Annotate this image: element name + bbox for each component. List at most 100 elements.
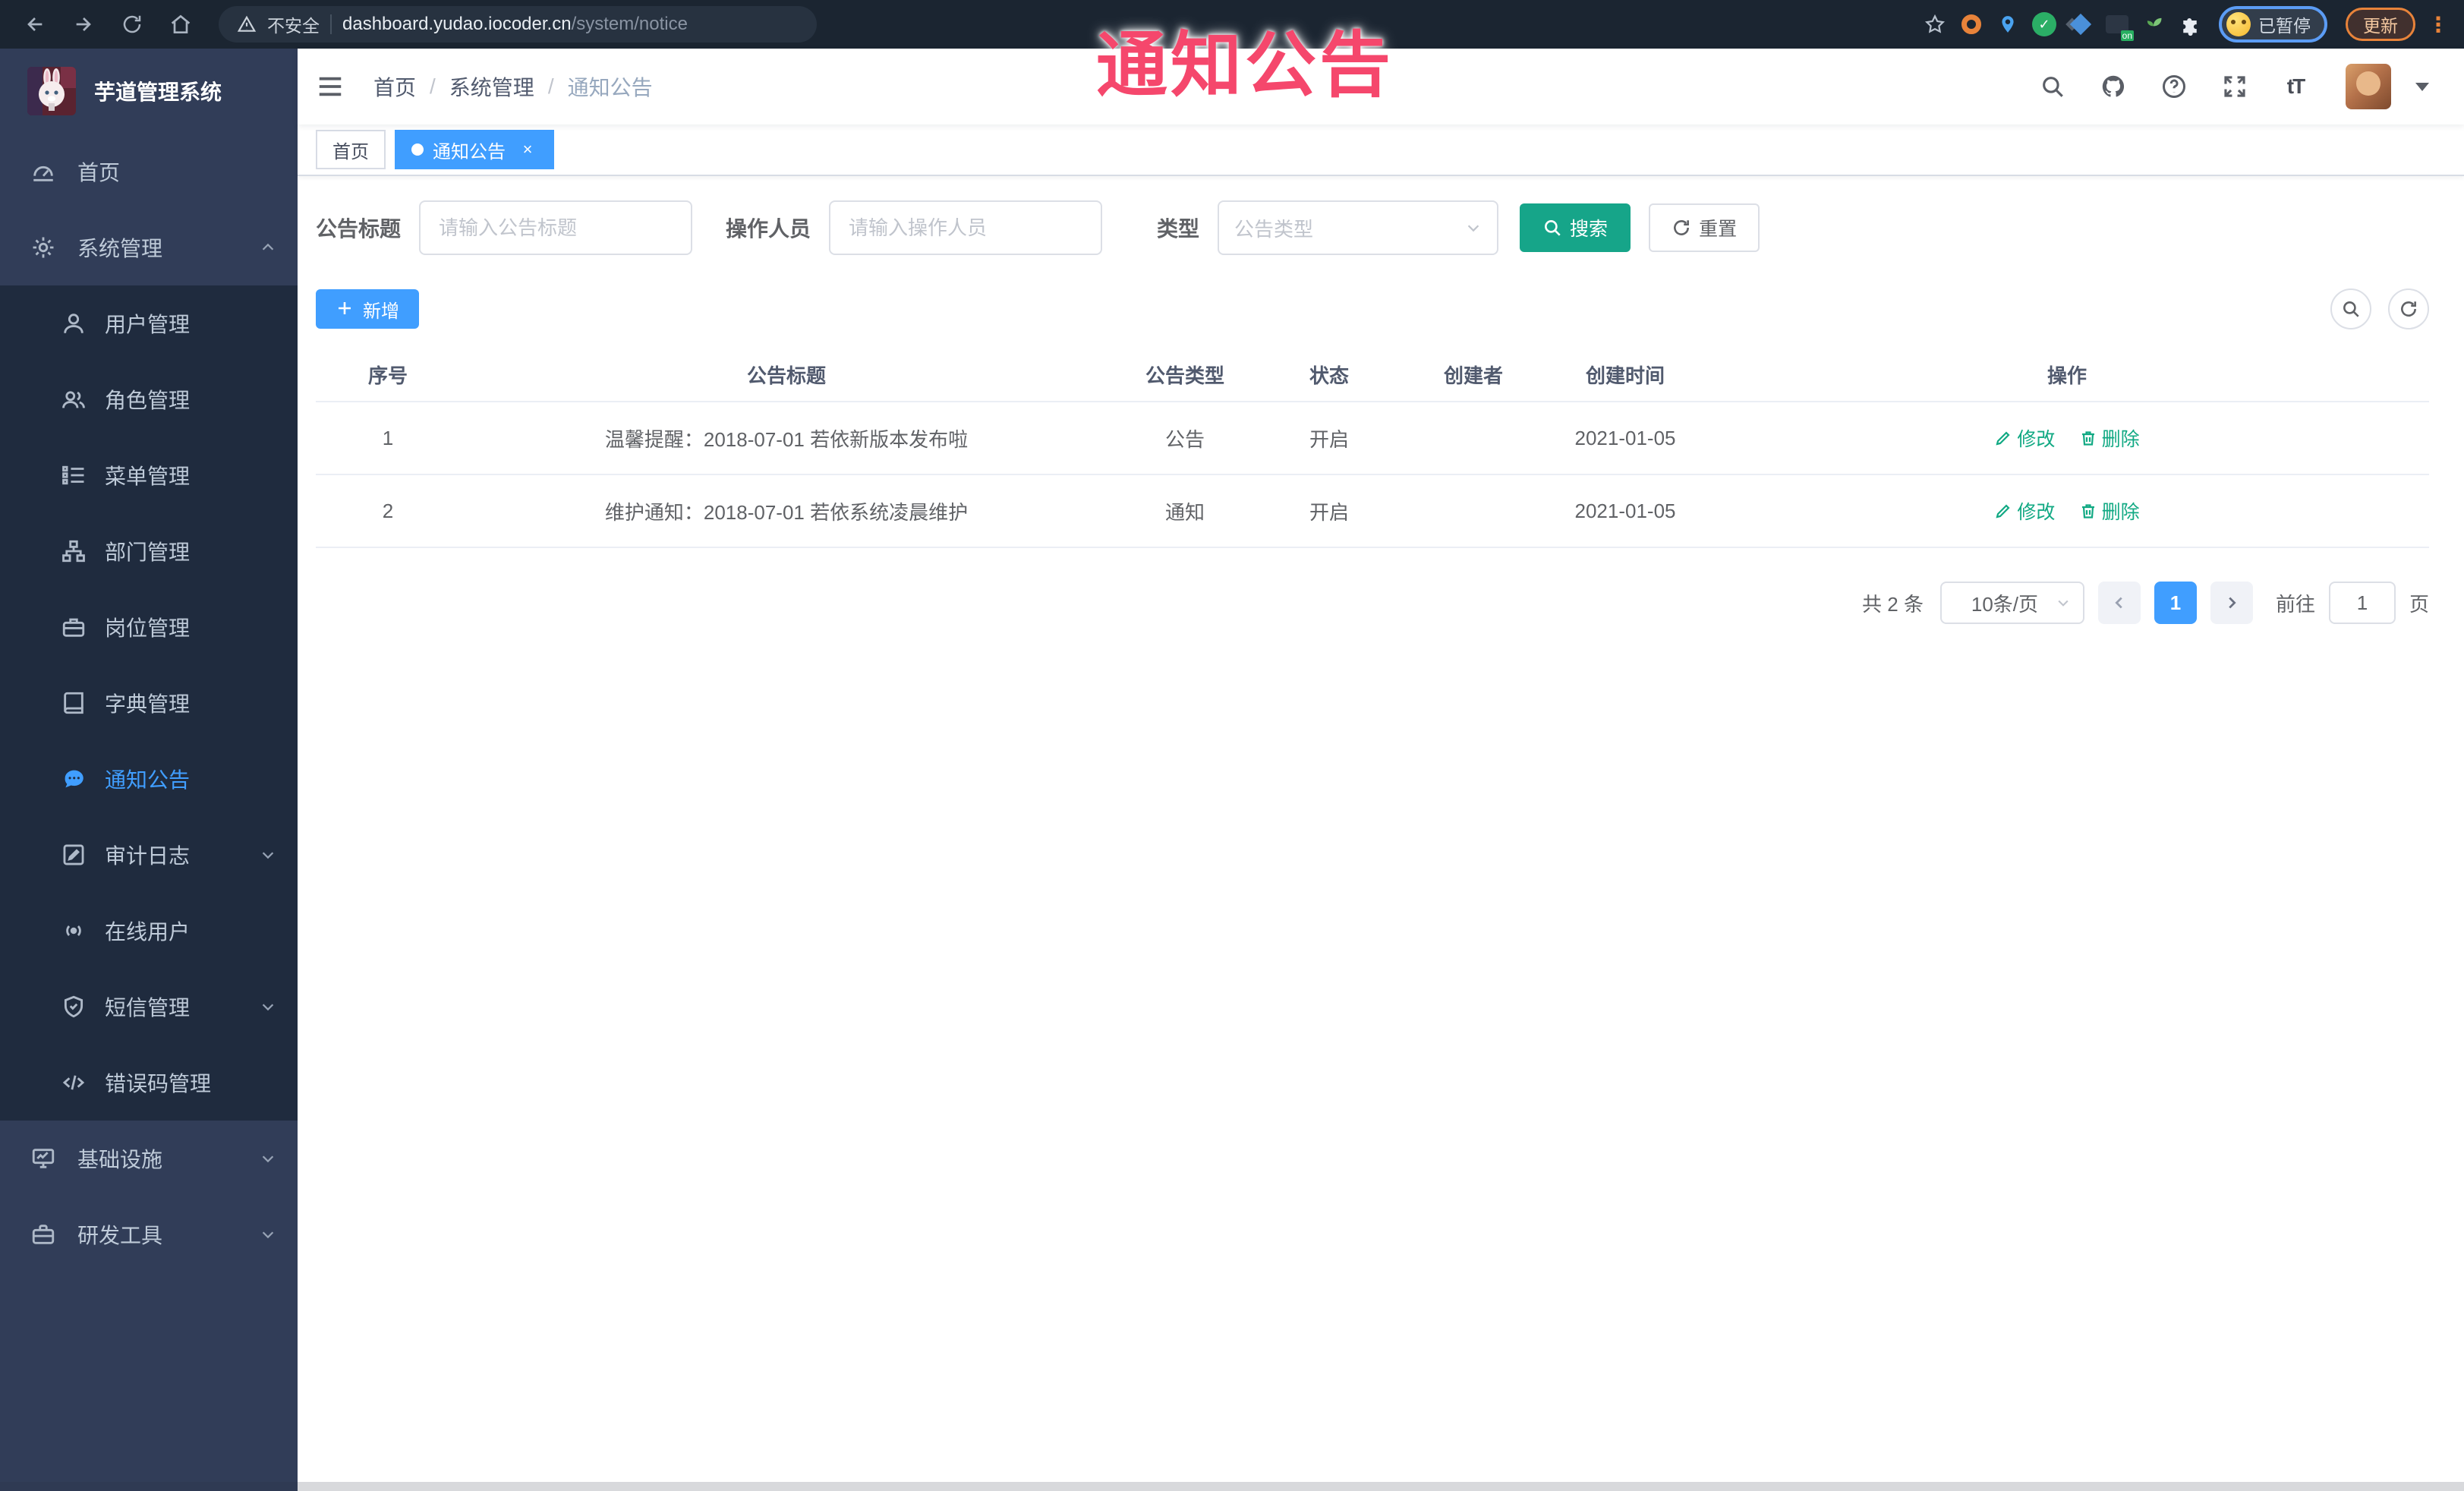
refresh-icon — [2399, 299, 2418, 319]
address-bar[interactable]: 不安全 dashboard.yudao.iocoder.cn/system/no… — [219, 6, 817, 43]
column-header-status: 状态 — [1309, 364, 1349, 387]
extension-sprout-icon[interactable] — [2140, 11, 2167, 38]
chevron-down-icon — [2056, 595, 2071, 610]
sidebar-item-dict-management[interactable]: 字典管理 — [0, 665, 298, 741]
show-search-toggle-button[interactable] — [2330, 288, 2371, 329]
refresh-icon — [1672, 218, 1691, 238]
goto-page-input[interactable] — [2328, 582, 2396, 624]
sidebar-item-home[interactable]: 首页 — [0, 134, 298, 210]
delete-link[interactable]: 删除 — [2079, 424, 2140, 452]
sidebar-item-dept-management[interactable]: 部门管理 — [0, 513, 298, 589]
browser-forward-icon[interactable] — [64, 5, 103, 44]
app-logo-row[interactable]: 芋道管理系统 — [0, 49, 298, 134]
search-button[interactable]: 搜索 — [1520, 203, 1631, 252]
header-search-icon[interactable] — [2036, 70, 2069, 103]
table-toolbar: 新增 — [316, 288, 2429, 329]
current-page-button[interactable]: 1 — [2154, 582, 2197, 624]
search-icon — [1542, 218, 1562, 238]
chevron-down-icon — [260, 1150, 276, 1167]
error-code-icon — [61, 1070, 87, 1095]
sidebar-item-error-code-management[interactable]: 错误码管理 — [0, 1045, 298, 1121]
chevron-right-icon — [2223, 594, 2240, 611]
font-size-icon[interactable]: tT — [2279, 70, 2312, 103]
column-header-created-at: 创建时间 — [1585, 364, 1665, 387]
edit-link[interactable]: 修改 — [1994, 497, 2055, 525]
browser-menu-kebab-icon[interactable]: ⋮ — [2428, 12, 2449, 37]
dict-icon — [61, 690, 87, 716]
sidebar-item-online-users[interactable]: 在线用户 — [0, 893, 298, 969]
plus-icon — [336, 299, 355, 319]
cell-index: 2 — [382, 499, 394, 522]
prev-page-button[interactable] — [2097, 582, 2141, 624]
column-header-index: 序号 — [367, 364, 408, 387]
fullscreen-icon[interactable] — [2218, 70, 2251, 103]
cell-title: 维护通知：2018-07-01 若依系统凌晨维护 — [604, 500, 969, 524]
page-content: 公告标题 操作人员 类型 公告类型 搜 — [298, 176, 2464, 1491]
notice-title-input[interactable] — [419, 200, 693, 255]
sidebar: 芋道管理系统 首页 系统管理 用户管理 角色管理 菜单管理 部门管理 岗位管理 … — [0, 49, 298, 1491]
sidebar-item-label: 基础设施 — [77, 1148, 163, 1171]
sidebar-item-label: 菜单管理 — [105, 465, 191, 488]
chevron-left-icon — [2111, 594, 2128, 611]
github-icon[interactable] — [2097, 70, 2130, 103]
sidebar-item-dev-tools[interactable]: 研发工具 — [0, 1196, 298, 1272]
user-avatar[interactable] — [2346, 64, 2391, 109]
browser-home-icon[interactable] — [161, 5, 200, 44]
bookmark-star-icon[interactable] — [1921, 11, 1949, 38]
sidebar-item-role-management[interactable]: 角色管理 — [0, 361, 298, 437]
extension-on-badge-icon[interactable] — [2103, 11, 2131, 38]
sidebar-item-user-management[interactable]: 用户管理 — [0, 285, 298, 361]
sidebar-item-label: 岗位管理 — [105, 616, 191, 640]
sidebar-item-menu-management[interactable]: 菜单管理 — [0, 437, 298, 513]
page-size-select[interactable]: 10条/页 — [1939, 582, 2084, 624]
help-question-icon[interactable] — [2157, 70, 2191, 103]
extension-location-pin-icon[interactable] — [1994, 11, 2021, 38]
close-tab-icon[interactable]: × — [518, 140, 537, 159]
sidebar-item-audit-log[interactable]: 审计日志 — [0, 817, 298, 893]
add-button[interactable]: 新增 — [316, 289, 419, 329]
browser-back-icon[interactable] — [15, 5, 55, 44]
active-tab-dot — [411, 143, 424, 156]
sidebar-item-label: 研发工具 — [77, 1224, 163, 1247]
refresh-table-button[interactable] — [2388, 288, 2429, 329]
sidebar-item-post-management[interactable]: 岗位管理 — [0, 589, 298, 665]
reset-button[interactable]: 重置 — [1649, 203, 1760, 252]
sidebar-item-sms-management[interactable]: 短信管理 — [0, 969, 298, 1045]
column-header-creator: 创建者 — [1443, 364, 1503, 387]
sidebar-item-infrastructure[interactable]: 基础设施 — [0, 1121, 298, 1196]
infrastructure-icon — [30, 1146, 56, 1171]
browser-update-button[interactable]: 更新 — [2346, 8, 2415, 41]
tab-notice-announcement[interactable]: 通知公告 × — [395, 130, 554, 169]
delete-link[interactable]: 删除 — [2079, 497, 2140, 525]
profile-status-label: 已暂停 — [2258, 16, 2311, 36]
chevron-down-icon — [260, 998, 276, 1015]
next-page-button[interactable] — [2210, 582, 2253, 624]
breadcrumb-system[interactable]: 系统管理 — [449, 71, 534, 102]
notice-type-select[interactable]: 公告类型 — [1218, 200, 1499, 255]
notice-title-label: 公告标题 — [316, 217, 402, 241]
table-row: 1 温馨提醒：2018-07-01 若依新版本发布啦 公告 开启 2021-01… — [316, 402, 2429, 475]
edit-pencil-icon — [1994, 502, 2012, 520]
app-logo-rabbit-icon — [27, 67, 76, 115]
extension-green-check-icon[interactable]: ✓ — [2031, 11, 2058, 38]
browser-reload-icon[interactable] — [112, 5, 152, 44]
avatar-caret-down-icon[interactable] — [2415, 82, 2429, 91]
sidebar-item-label: 字典管理 — [105, 692, 191, 716]
browser-profile-button[interactable]: 已暂停 — [2219, 6, 2327, 43]
sidebar-item-notice-announcement[interactable]: 通知公告 — [0, 741, 298, 817]
extension-blue-diamond-icon[interactable] — [2067, 11, 2094, 38]
sidebar-toggle-hamburger-icon[interactable] — [316, 71, 346, 102]
extension-orange-ring-icon[interactable] — [1958, 11, 1985, 38]
pagination: 共 2 条 10条/页 1 前往 1 页 — [316, 582, 2429, 624]
sidebar-item-label: 系统管理 — [77, 237, 163, 260]
extensions-puzzle-icon[interactable] — [2176, 11, 2204, 38]
edit-link[interactable]: 修改 — [1994, 424, 2055, 452]
gear-icon — [30, 235, 56, 260]
breadcrumb-home[interactable]: 首页 — [373, 71, 416, 102]
security-label: 不安全 — [267, 16, 320, 36]
tab-home[interactable]: 首页 — [316, 130, 386, 169]
edit-pencil-icon — [1994, 429, 2012, 447]
cell-created-at: 2021-01-05 — [1574, 426, 1676, 449]
sidebar-item-system-management[interactable]: 系统管理 — [0, 210, 298, 285]
operator-input[interactable] — [829, 200, 1103, 255]
